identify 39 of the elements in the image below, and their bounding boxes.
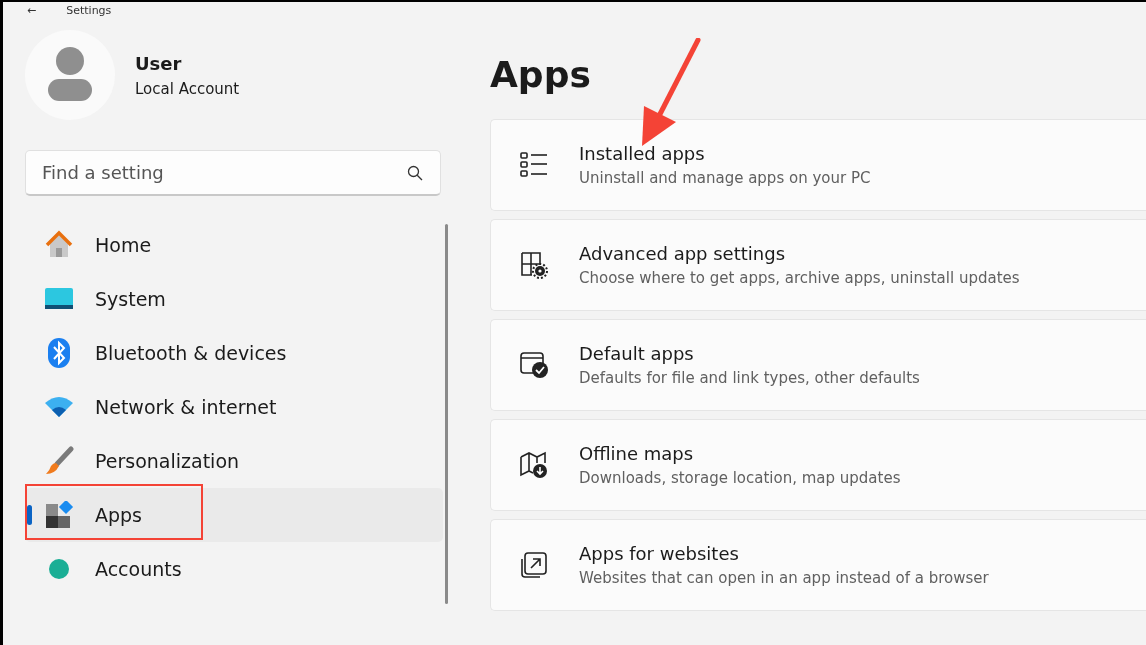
default-apps-icon [519, 351, 549, 379]
card-title: Default apps [579, 343, 695, 364]
nav-item[interactable]: Home [25, 218, 443, 272]
account-type: Local Account [135, 79, 240, 98]
page-title: Apps [490, 54, 592, 95]
card-description: Websites that can open in an app instead of a browser [579, 569, 989, 587]
settings-card[interactable]: Default apps Defaults for file and link types, other defaults [490, 319, 1146, 411]
map-icon [519, 451, 549, 479]
user-name: User [135, 52, 183, 74]
open-in-app-icon [519, 551, 549, 579]
card-title: Installed apps [579, 143, 706, 164]
brush-icon [43, 446, 75, 476]
settings-card[interactable]: Installed apps Uninstall and manage apps on your PC [490, 119, 1146, 211]
card-title: Apps for websites [579, 543, 740, 564]
home-icon [43, 230, 75, 260]
search-icon [407, 165, 423, 181]
search-field[interactable]: Find a setting [25, 150, 441, 196]
nav-item[interactable]: Accounts [25, 542, 443, 596]
monitor-icon [43, 287, 75, 311]
wifi-icon [43, 395, 75, 419]
selection-indicator [27, 505, 32, 525]
nav-item[interactable]: Personalization [25, 434, 443, 488]
nav-item[interactable]: System [25, 272, 443, 326]
card-description: Downloads, storage location, map updates [579, 469, 901, 487]
settings-card[interactable]: Apps for websites Websites that can open in an app instead of a browser [490, 519, 1146, 611]
list-icon [519, 152, 549, 178]
settings-card[interactable]: Offline maps Downloads, storage location, map updates [490, 419, 1146, 511]
apps-icon [43, 501, 75, 529]
settings-icon [519, 251, 549, 279]
card-title: Offline maps [579, 443, 695, 464]
card-description: Defaults for file and link types, other defaults [579, 369, 920, 387]
window-title: Settings [66, 3, 112, 17]
back-button[interactable]: ← [27, 3, 37, 17]
card-description: Uninstall and manage apps on your PC [579, 169, 871, 187]
card-title: Advanced app settings [579, 243, 786, 264]
settings-card[interactable]: Advanced app settings Choose where to get apps, archive apps, uninstall updates [490, 219, 1146, 311]
nav-item[interactable]: Network & internet [25, 380, 443, 434]
card-description: Choose where to get apps, archive apps, uninstall updates [579, 269, 1020, 287]
nav-item[interactable]: Bluetooth & devices [25, 326, 443, 380]
